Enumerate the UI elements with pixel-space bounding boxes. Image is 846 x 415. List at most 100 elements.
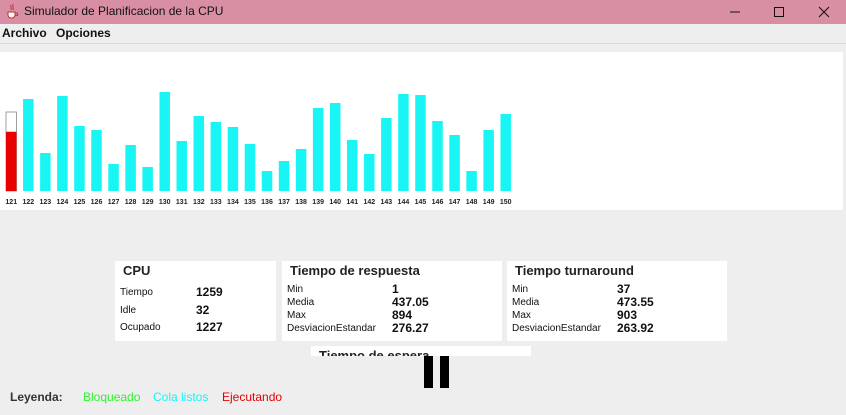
- respuesta-media-value: 437.05: [392, 295, 429, 309]
- legend-label: Leyenda:: [10, 390, 63, 404]
- bar-148: [466, 171, 477, 191]
- maximize-button[interactable]: [757, 0, 801, 24]
- process-chart-panel: 121 122 123 124 125 126 127 128 129 130 131 132 133 1…: [0, 52, 843, 210]
- bar-label-139: 139: [312, 199, 324, 206]
- bar-128: [125, 145, 136, 191]
- bar-label-150: 150: [500, 199, 512, 206]
- bar-140: [329, 103, 341, 191]
- respuesta-desv-value: 276.27: [392, 321, 429, 335]
- bar-143: [381, 118, 392, 191]
- cpu-panel: CPU Tiempo 1259 Idle 32 Ocupado 1227: [115, 261, 276, 341]
- cpu-tiempo-value: 1259: [196, 285, 223, 299]
- espera-panel: Tiempo de espera: [311, 346, 531, 356]
- bar-129: [142, 167, 153, 191]
- turnaround-min-value: 37: [617, 282, 631, 296]
- bar-label-145: 145: [415, 199, 427, 206]
- bar-132: [193, 116, 205, 191]
- bar-122: [23, 99, 34, 191]
- bar-label-123: 123: [40, 199, 52, 206]
- title-bar: Simulador de Planificacion de la CPU: [0, 0, 846, 24]
- legend-cola-listos: Cola listos: [153, 390, 209, 404]
- bar-label-131: 131: [176, 199, 188, 206]
- bar-label-121: 121: [5, 199, 17, 206]
- bar-138: [295, 149, 307, 191]
- bar-121: [6, 131, 17, 191]
- bar-150: [500, 114, 511, 191]
- bar-130: [159, 92, 170, 191]
- bar-label-143: 143: [381, 199, 393, 206]
- turnaround-max-value: 903: [617, 308, 638, 322]
- turnaround-media-label: Media: [512, 297, 540, 308]
- bar-124: [57, 96, 68, 191]
- respuesta-max-value: 894: [392, 308, 413, 322]
- bar-label-142: 142: [363, 199, 375, 206]
- cpu-idle-value: 32: [196, 303, 210, 317]
- bar-label-132: 132: [193, 199, 205, 206]
- java-cup-icon: [7, 3, 19, 19]
- bar-134: [227, 127, 239, 191]
- bar-127: [108, 164, 119, 191]
- turnaround-panel: Tiempo turnaround Min 37 Media 473.55 Ma…: [507, 261, 727, 341]
- bar-label-125: 125: [74, 199, 86, 206]
- turnaround-max-label: Max: [512, 310, 531, 321]
- bar-label-124: 124: [57, 199, 69, 206]
- bar-label-140: 140: [329, 199, 341, 206]
- legend-bloqueado: Bloqueado: [83, 390, 141, 404]
- bar-label-138: 138: [295, 199, 307, 206]
- espera-panel-title: Tiempo de espera: [319, 348, 430, 356]
- bar-label-130: 130: [159, 199, 171, 206]
- bar-label-141: 141: [346, 199, 358, 206]
- bar-label-149: 149: [483, 199, 495, 206]
- bar-126: [91, 130, 102, 191]
- bar-135: [244, 144, 256, 191]
- bar-label-129: 129: [142, 199, 154, 206]
- close-icon: [818, 6, 830, 18]
- bar-label-137: 137: [278, 199, 290, 206]
- minimize-button[interactable]: [713, 0, 757, 24]
- bar-149: [483, 130, 494, 191]
- legend-ejecutando: Ejecutando: [222, 390, 283, 404]
- bar-133: [210, 122, 222, 191]
- respuesta-min-label: Min: [287, 284, 304, 295]
- respuesta-min-value: 1: [392, 282, 399, 296]
- respuesta-panel: Tiempo de respuesta Min 1 Media 437.05 M…: [282, 261, 502, 341]
- bar-label-148: 148: [466, 199, 478, 206]
- maximize-icon: [774, 7, 784, 17]
- turnaround-desv-label: DesviacionEstandar: [512, 323, 601, 334]
- bar-144: [398, 94, 409, 191]
- menu-opciones[interactable]: Opciones: [56, 26, 111, 40]
- cpu-panel-title: CPU: [123, 263, 151, 278]
- minimize-icon: [730, 11, 740, 13]
- turnaround-media-value: 473.55: [617, 295, 654, 309]
- bar-141: [347, 140, 358, 191]
- bar-label-126: 126: [91, 199, 103, 206]
- bar-125: [74, 126, 85, 191]
- respuesta-max-label: Max: [287, 310, 306, 321]
- bar-146: [432, 121, 443, 191]
- bar-label-127: 127: [108, 199, 120, 206]
- bar-label-144: 144: [398, 199, 410, 206]
- menu-bar: Archivo Opciones: [0, 24, 846, 44]
- bar-139: [312, 108, 324, 191]
- bar-label-146: 146: [432, 199, 444, 206]
- bar-label-128: 128: [125, 199, 137, 206]
- menu-archivo[interactable]: Archivo: [2, 26, 47, 40]
- cpu-tiempo-label: Tiempo: [120, 287, 153, 298]
- bar-label-135: 135: [244, 199, 256, 206]
- pause-button[interactable]: [424, 356, 452, 388]
- cpu-idle-label: Idle: [120, 305, 137, 316]
- cpu-ocupado-label: Ocupado: [120, 322, 161, 333]
- bar-131: [176, 141, 187, 191]
- bar-145: [415, 95, 426, 191]
- turnaround-min-label: Min: [512, 284, 529, 295]
- close-button[interactable]: [802, 0, 846, 24]
- process-bar-chart: 121 122 123 124 125 126 127 128 129 130 131 132 133 1…: [5, 92, 512, 206]
- bar-label-133: 133: [210, 199, 222, 206]
- cpu-ocupado-value: 1227: [196, 320, 223, 334]
- bar-136: [261, 171, 273, 191]
- bar-142: [364, 154, 375, 191]
- turnaround-desv-value: 263.92: [617, 321, 654, 335]
- bar-label-134: 134: [227, 199, 239, 206]
- respuesta-desv-label: DesviacionEstandar: [287, 323, 376, 334]
- bar-label-147: 147: [449, 199, 461, 206]
